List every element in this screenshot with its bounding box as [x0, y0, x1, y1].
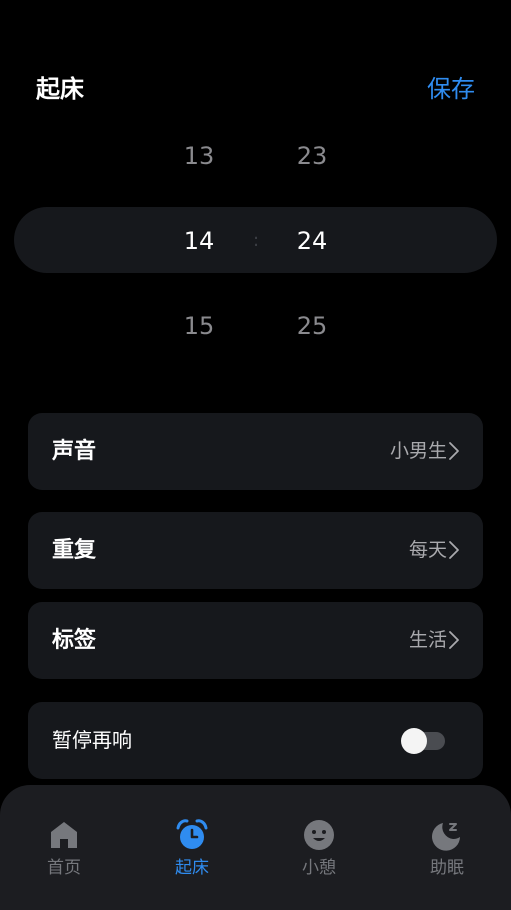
- setting-row-repeat[interactable]: 重复 每天: [28, 512, 483, 589]
- time-separator: :: [252, 230, 260, 251]
- moon-sleep-icon: [432, 823, 460, 851]
- home-icon: [51, 822, 77, 848]
- setting-row-tag[interactable]: 标签 生活: [28, 602, 483, 679]
- setting-row-snooze: 暂停再响: [28, 702, 483, 779]
- tab-sleep-aid[interactable]: 助眠: [383, 785, 511, 910]
- toggle-knob: [401, 728, 427, 754]
- tab-nap[interactable]: 小憩: [255, 785, 383, 910]
- hour-option-selected[interactable]: 14: [159, 226, 239, 256]
- tab-wake[interactable]: 起床: [128, 785, 256, 910]
- save-button[interactable]: 保存: [427, 72, 475, 106]
- setting-value-sound: 小男生: [389, 440, 447, 462]
- setting-row-sound[interactable]: 声音 小男生: [28, 413, 483, 490]
- alarm-clock-icon: [176, 819, 208, 849]
- time-picker[interactable]: 13 14 15 : 23 24 25: [0, 130, 511, 360]
- tab-label-nap: 小憩: [302, 858, 336, 878]
- setting-value-repeat: 每天: [408, 539, 447, 561]
- minute-option-next[interactable]: 25: [272, 311, 352, 341]
- smile-face-icon: [304, 820, 334, 850]
- chevron-right-icon: [449, 631, 459, 649]
- snooze-toggle[interactable]: [401, 728, 445, 754]
- setting-value-tag: 生活: [408, 629, 447, 651]
- minute-option-prev[interactable]: 23: [272, 141, 352, 171]
- hour-option-next[interactable]: 15: [159, 311, 239, 341]
- minute-option-selected[interactable]: 24: [272, 226, 352, 256]
- page-title: 起床: [36, 75, 84, 103]
- chevron-right-icon: [449, 442, 459, 460]
- tab-label-home: 首页: [47, 858, 81, 878]
- tab-label-wake: 起床: [175, 858, 209, 878]
- setting-label-snooze: 暂停再响: [52, 728, 132, 752]
- tab-label-sleep-aid: 助眠: [430, 858, 464, 878]
- setting-label-tag: 标签: [52, 628, 97, 653]
- setting-label-sound: 声音: [52, 439, 97, 464]
- chevron-right-icon: [449, 541, 459, 559]
- hour-option-prev[interactable]: 13: [159, 141, 239, 171]
- bottom-tab-bar: 首页 起床 小憩 助眠: [0, 785, 511, 910]
- tab-home[interactable]: 首页: [0, 785, 128, 910]
- setting-label-repeat: 重复: [52, 538, 97, 563]
